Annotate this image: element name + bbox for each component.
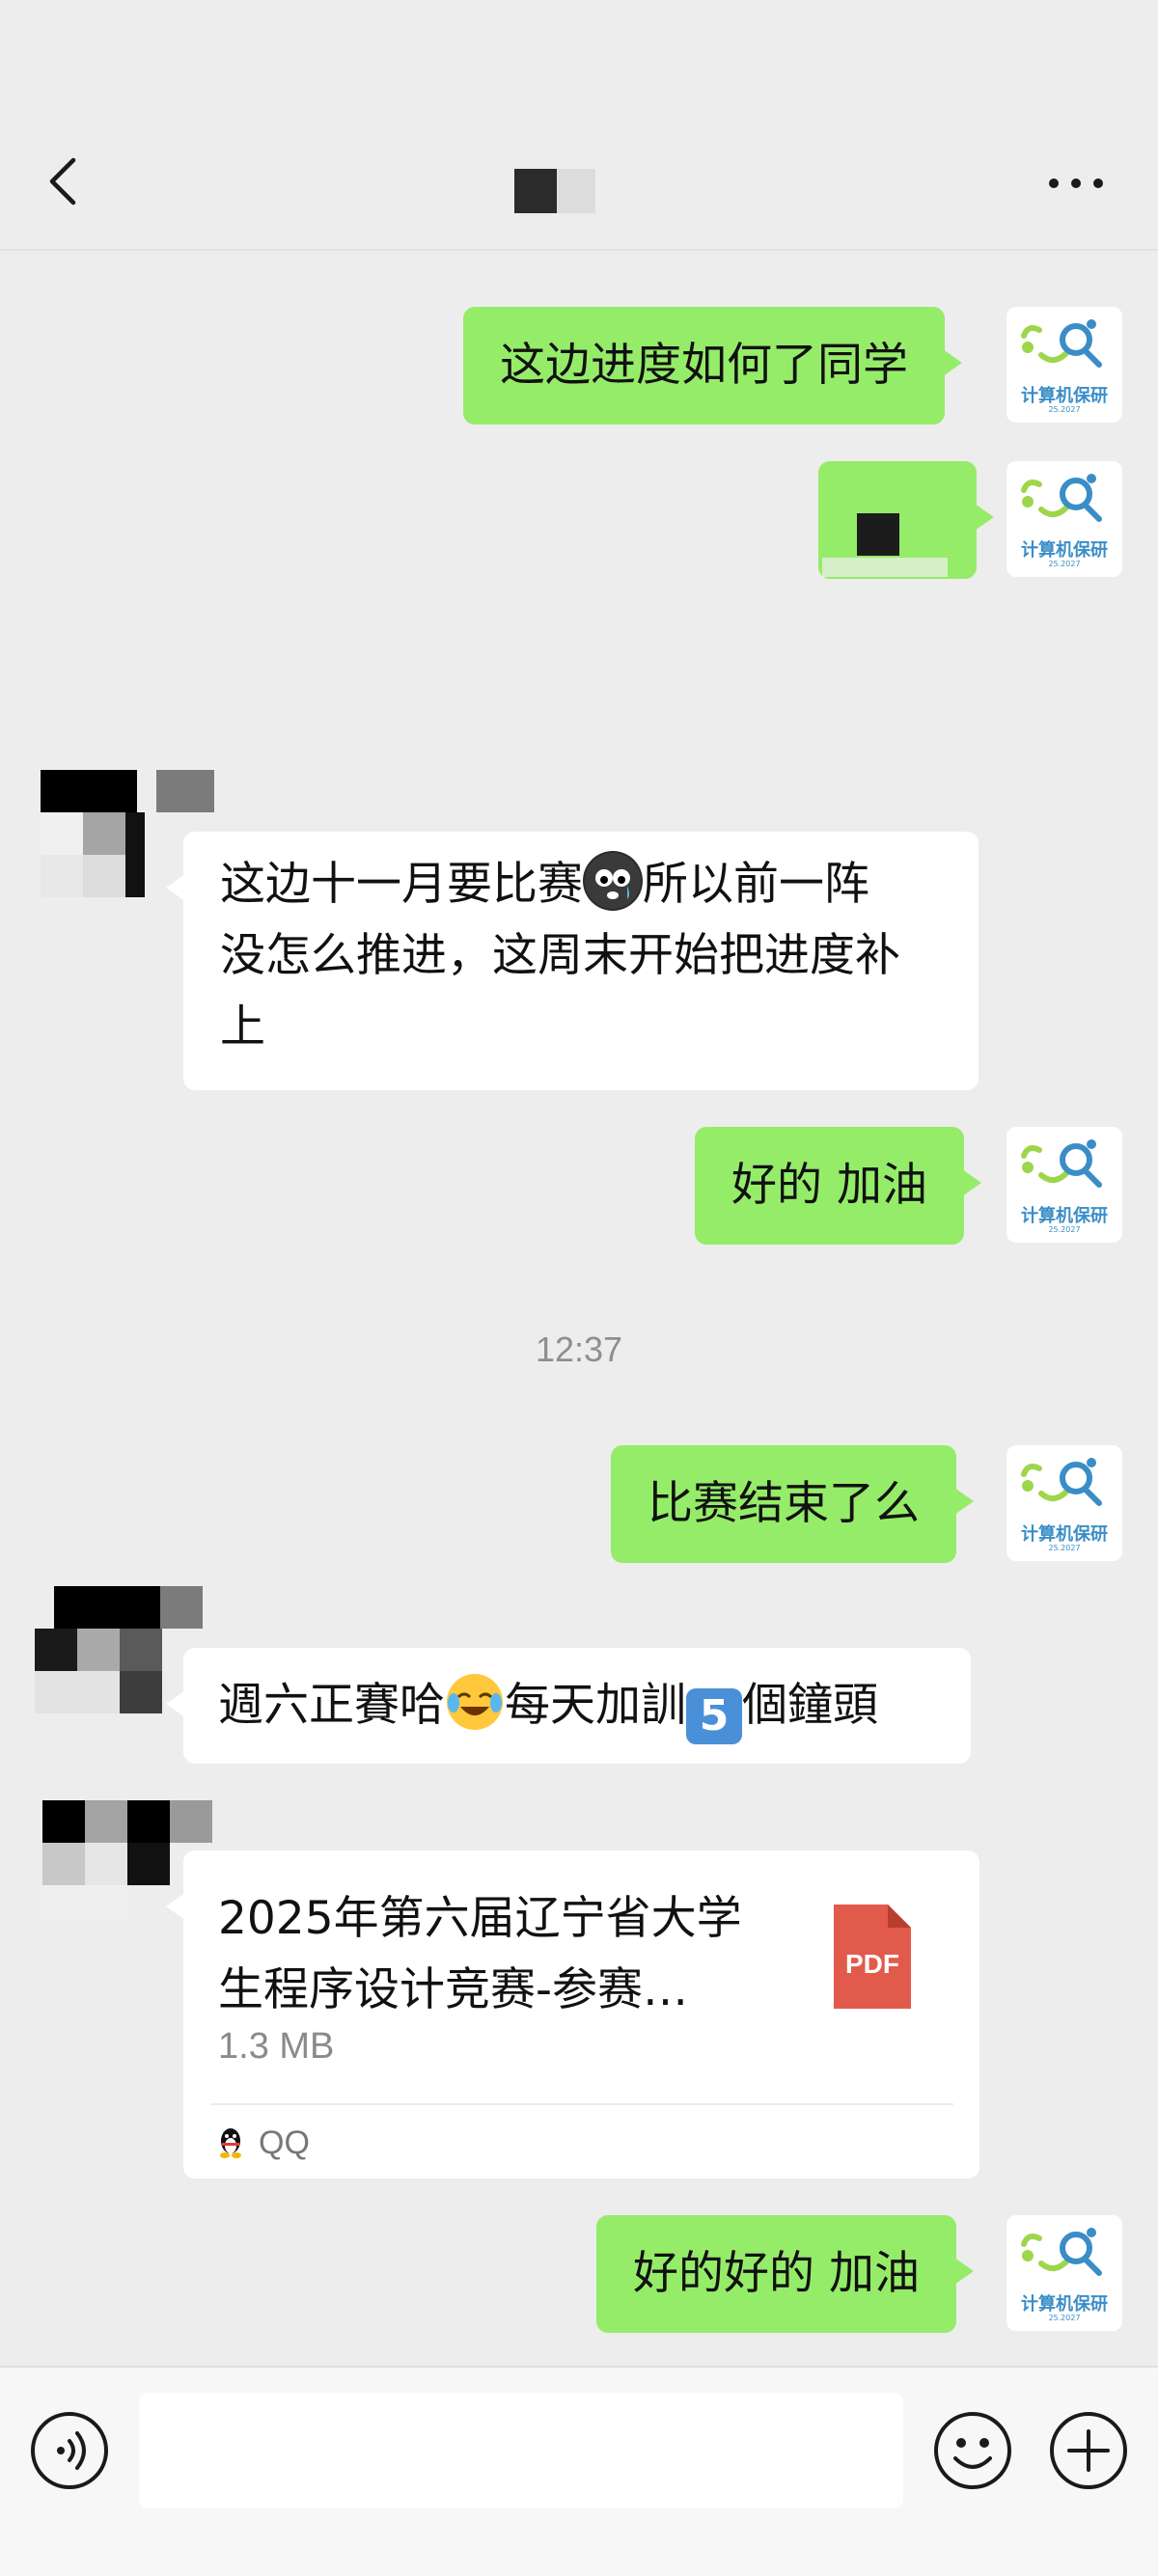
message-bubble-out[interactable]: 这边进度如何了同学 (463, 307, 962, 425)
message-text: 好的 加油 (731, 1159, 927, 1212)
laughing-crying-emoji-icon (445, 1672, 505, 1732)
message-text-line: 上 (220, 1000, 265, 1054)
message-bubble-in[interactable]: 週六正賽哈 每天加訓 5 個鐘頭 (166, 1648, 971, 1764)
voice-button[interactable] (29, 2410, 110, 2491)
avatar-label: 计算机保研 (1021, 1206, 1108, 1226)
pdf-file-icon: PDF (830, 1901, 915, 2013)
back-button[interactable] (39, 145, 96, 222)
file-size: 1.3 MB (218, 2026, 335, 2067)
my-avatar[interactable]: 计算机保研 25.2027 (1006, 1127, 1122, 1243)
my-avatar[interactable]: 计算机保研 25.2027 (1006, 2215, 1122, 2331)
my-avatar[interactable]: 计算机保研 25.2027 (1006, 461, 1122, 577)
message-text-line: 这边十一月要比赛 所以前一阵 (220, 849, 942, 920)
avatar-sub: 25.2027 (1048, 560, 1081, 568)
logo-icon (1021, 2228, 1102, 2276)
logo-icon (1021, 1139, 1102, 1188)
avatar-label: 计算机保研 (1021, 1524, 1108, 1545)
message-bubble-out[interactable]: 好的 加油 (695, 1127, 981, 1245)
file-message-card[interactable]: 2025年第六届辽宁省大学 生程序设计竞赛-参赛… 1.3 MB PDF QQ (166, 1850, 979, 2179)
avatar-label: 计算机保研 (1021, 2294, 1108, 2315)
emoji-icon (934, 2412, 1011, 2489)
message-text: 比赛结束了么 (648, 1477, 920, 1530)
message-text: 好的好的 加油 (633, 2247, 920, 2300)
message-input[interactable] (139, 2393, 903, 2508)
logo-icon (1021, 319, 1102, 368)
contact-avatar[interactable] (35, 1586, 203, 1721)
message-timestamp: 12:37 (535, 1329, 623, 1369)
keycap-five-emoji-icon: 5 (686, 1688, 742, 1744)
file-name: 2025年第六届辽宁省大学 生程序设计竞赛-参赛… (218, 1892, 742, 2016)
chat-header (0, 0, 1158, 251)
file-source-label: QQ (259, 2124, 310, 2161)
message-bubble-out-redacted[interactable] (818, 461, 994, 579)
message-text-line: 没怎么推进，这周末开始把进度补 (220, 929, 900, 982)
avatar-sub: 25.2027 (1048, 405, 1081, 414)
contact-avatar[interactable] (35, 1800, 212, 1935)
plus-icon (1050, 2412, 1127, 2489)
avatar-sub: 25.2027 (1048, 1544, 1081, 1552)
input-bar (0, 2366, 1158, 2576)
avatar-sub: 25.2027 (1048, 1225, 1081, 1234)
voice-icon (31, 2412, 108, 2489)
chevron-left-icon (49, 157, 76, 206)
more-button[interactable] (1042, 164, 1110, 203)
file-source: QQ (216, 2119, 310, 2167)
message-bubble-out[interactable]: 比赛结束了么 (611, 1445, 974, 1563)
my-avatar[interactable]: 计算机保研 25.2027 (1006, 1445, 1122, 1561)
more-dots-icon (1049, 178, 1103, 188)
chat-title-redacted (514, 169, 601, 215)
logo-icon (1021, 474, 1102, 522)
message-text: 这边进度如何了同学 (500, 339, 908, 392)
avatar-sub: 25.2027 (1048, 2314, 1081, 2322)
divider (210, 2103, 953, 2105)
crying-face-emoji-icon (583, 851, 643, 911)
avatar-label: 计算机保研 (1021, 386, 1108, 406)
qq-penguin-icon (220, 2128, 241, 2158)
message-bubble-in[interactable]: 这边十一月要比赛 所以前一阵 没怎么推进，这周末开始把进度补 上 (166, 832, 979, 1090)
plus-button[interactable] (1048, 2410, 1129, 2491)
logo-icon (1021, 1458, 1102, 1506)
message-bubble-out[interactable]: 好的好的 加油 (596, 2215, 974, 2333)
avatar-label: 计算机保研 (1021, 540, 1108, 561)
emoji-button[interactable] (932, 2410, 1013, 2491)
contact-avatar[interactable] (41, 770, 214, 905)
my-avatar[interactable]: 计算机保研 25.2027 (1006, 307, 1122, 423)
